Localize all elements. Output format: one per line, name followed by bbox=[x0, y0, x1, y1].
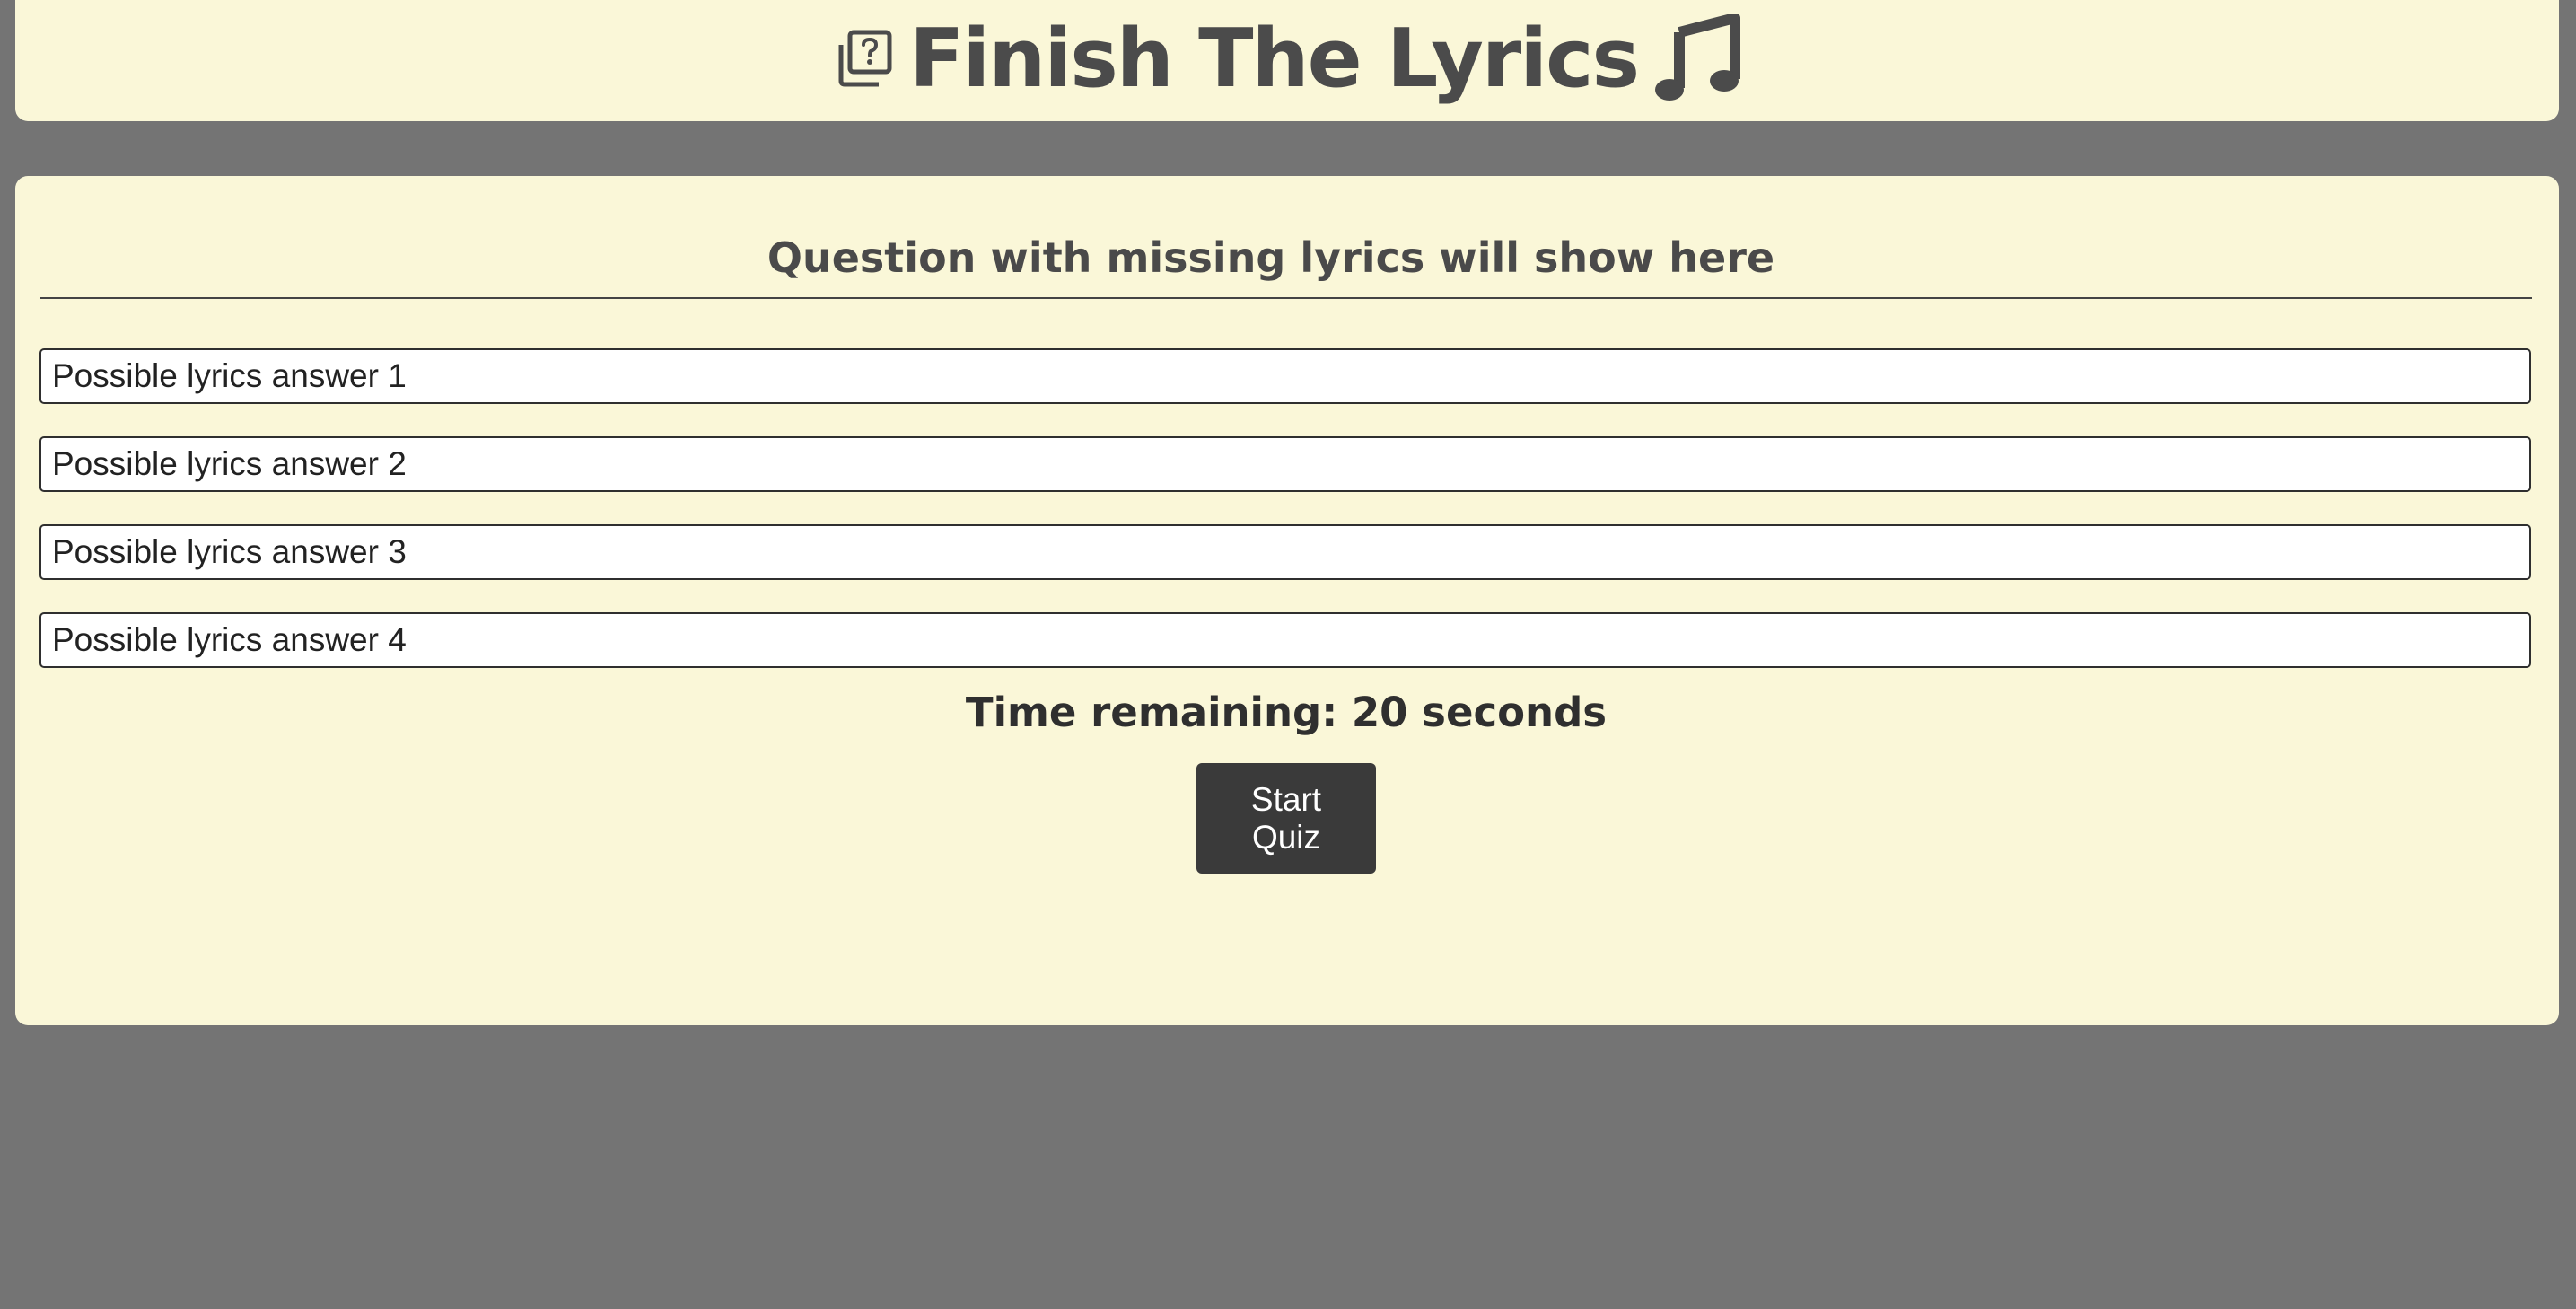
answer-option-2[interactable]: Possible lyrics answer 2 bbox=[39, 436, 2531, 492]
app-header: Finish The Lyrics bbox=[15, 0, 2559, 121]
question-divider bbox=[40, 297, 2532, 299]
quiz-card bbox=[15, 176, 2559, 1025]
answer-option-3[interactable]: Possible lyrics answer 3 bbox=[39, 524, 2531, 580]
app-title: Finish The Lyrics bbox=[908, 11, 1640, 106]
music-note-icon bbox=[1654, 13, 1741, 104]
quiz-icon bbox=[834, 29, 893, 90]
start-quiz-button[interactable]: Start Quiz bbox=[1196, 763, 1376, 874]
time-remaining: Time remaining: 20 seconds bbox=[965, 689, 1608, 736]
header-title-group: Finish The Lyrics bbox=[834, 11, 1741, 106]
answer-option-4[interactable]: Possible lyrics answer 4 bbox=[39, 612, 2531, 668]
answer-option-1[interactable]: Possible lyrics answer 1 bbox=[39, 348, 2531, 404]
question-text: Question with missing lyrics will show h… bbox=[767, 233, 1775, 282]
